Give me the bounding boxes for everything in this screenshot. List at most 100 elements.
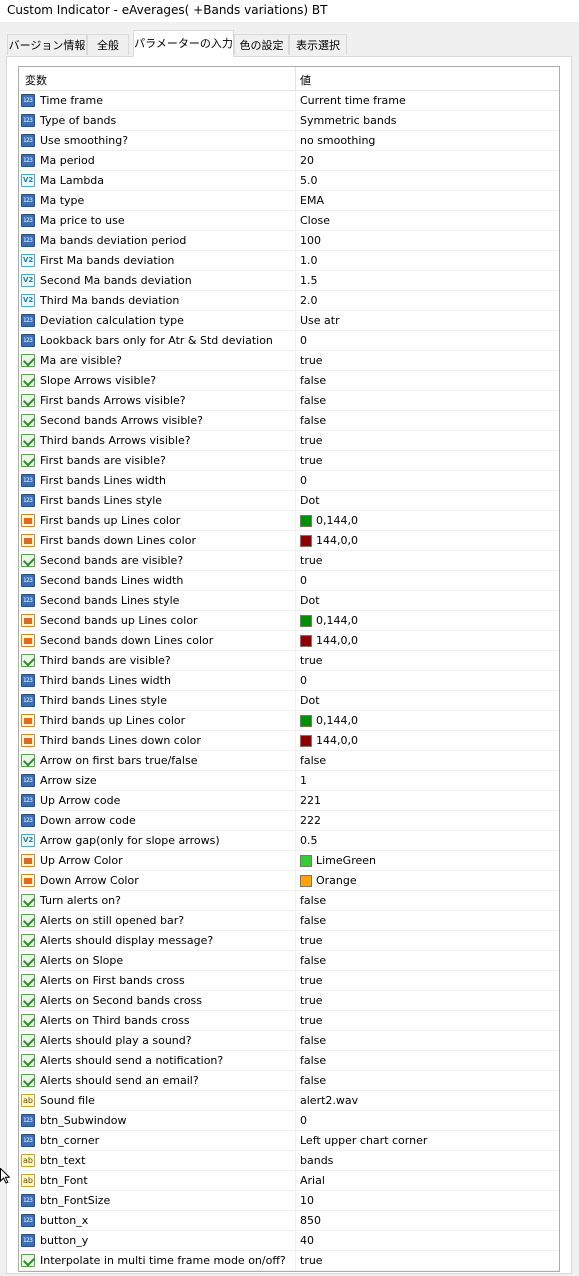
parameter-row[interactable]: Sound file alert2.wav [19,1091,559,1111]
tab-display-selection[interactable]: 表示選択 [289,34,347,55]
parameter-value[interactable]: 144,0,0 [316,634,358,647]
parameter-value[interactable]: 5.0 [300,174,318,187]
parameter-value[interactable]: Dot [300,594,320,607]
parameter-value[interactable]: false [300,414,326,427]
color-swatch[interactable] [300,515,312,527]
parameter-row[interactable]: Second bands Arrows visible? false [19,411,559,431]
parameter-row[interactable]: Alerts on Third bands cross true [19,1011,559,1031]
parameter-value[interactable]: Use atr [300,314,340,327]
parameter-value[interactable]: Dot [300,494,320,507]
color-swatch[interactable] [300,535,312,547]
parameter-value[interactable]: 0 [300,574,307,587]
parameter-row[interactable]: Up Arrow code 221 [19,791,559,811]
parameter-row[interactable]: Arrow on first bars true/false false [19,751,559,771]
parameter-value[interactable]: no smoothing [300,134,375,147]
parameter-row[interactable]: Ma period 20 [19,151,559,171]
parameter-value[interactable]: bands [300,1154,333,1167]
parameter-value[interactable]: true [300,1014,323,1027]
parameter-value[interactable]: 850 [300,1214,321,1227]
tab-version-info[interactable]: バージョン情報 [7,34,87,55]
parameter-row[interactable]: Alerts on First bands cross true [19,971,559,991]
parameter-value[interactable]: false [300,894,326,907]
tab-input-parameters[interactable]: パラメーターの入力 [133,30,234,57]
parameter-value[interactable]: false [300,374,326,387]
parameter-value[interactable]: false [300,1074,326,1087]
parameter-row[interactable]: Alerts should play a sound? false [19,1031,559,1051]
parameter-row[interactable]: Third bands are visible? true [19,651,559,671]
parameter-row[interactable]: Third bands Lines width 0 [19,671,559,691]
parameter-row[interactable]: Time frame Current time frame [19,91,559,111]
parameter-row[interactable]: Turn alerts on? false [19,891,559,911]
parameter-row[interactable]: First bands Lines style Dot [19,491,559,511]
parameter-value[interactable]: false [300,954,326,967]
parameter-row[interactable]: Ma Lambda 5.0 [19,171,559,191]
parameter-row[interactable]: button_x 850 [19,1211,559,1231]
color-swatch[interactable] [300,615,312,627]
column-separator[interactable] [295,67,296,90]
parameter-row[interactable]: First bands Lines width 0 [19,471,559,491]
parameter-value[interactable]: 1.5 [300,274,318,287]
parameter-row[interactable]: Third Ma bands deviation 2.0 [19,291,559,311]
parameter-row[interactable]: Alerts on still opened bar? false [19,911,559,931]
parameter-value[interactable]: 0 [300,674,307,687]
color-swatch[interactable] [300,715,312,727]
parameter-row[interactable]: Lookback bars only for Atr & Std deviati… [19,331,559,351]
parameter-row[interactable]: Ma bands deviation period 100 [19,231,559,251]
parameter-row[interactable]: Alerts should display message? true [19,931,559,951]
parameter-row[interactable]: Second bands Lines width 0 [19,571,559,591]
parameter-row[interactable]: First Ma bands deviation 1.0 [19,251,559,271]
parameter-row[interactable]: Alerts on Second bands cross true [19,991,559,1011]
parameter-row[interactable]: Second bands are visible? true [19,551,559,571]
parameter-value[interactable]: true [300,554,323,567]
parameter-value[interactable]: 144,0,0 [316,734,358,747]
parameter-row[interactable]: Third bands up Lines color 0,144,0 [19,711,559,731]
parameter-value[interactable]: 1.0 [300,254,318,267]
parameter-row[interactable]: Third bands Arrows visible? true [19,431,559,451]
parameter-value[interactable]: 1 [300,774,307,787]
parameter-row[interactable]: Third bands Lines style Dot [19,691,559,711]
parameter-row[interactable]: Second bands up Lines color 0,144,0 [19,611,559,631]
parameter-value[interactable]: true [300,994,323,1007]
parameter-row[interactable]: Deviation calculation type Use atr [19,311,559,331]
parameter-value[interactable]: 144,0,0 [316,534,358,547]
parameter-row[interactable]: Second Ma bands deviation 1.5 [19,271,559,291]
parameter-value[interactable]: 2.0 [300,294,318,307]
parameter-value[interactable]: 0,144,0 [316,514,358,527]
parameter-row[interactable]: Down Arrow Color Orange [19,871,559,891]
parameter-row[interactable]: button_y 40 [19,1231,559,1251]
parameter-value[interactable]: 221 [300,794,321,807]
parameter-value[interactable]: LimeGreen [316,854,376,867]
parameter-value[interactable]: 222 [300,814,321,827]
parameter-value[interactable]: 0,144,0 [316,614,358,627]
parameter-row[interactable]: Use smoothing? no smoothing [19,131,559,151]
parameter-row[interactable]: Arrow size 1 [19,771,559,791]
parameter-value[interactable]: 0 [300,334,307,347]
color-swatch[interactable] [300,855,312,867]
parameter-value[interactable]: 0.5 [300,834,318,847]
parameter-value[interactable]: 0 [300,474,307,487]
parameter-row[interactable]: Third bands Lines down color 144,0,0 [19,731,559,751]
parameter-value[interactable]: Left upper chart corner [300,1134,427,1147]
parameter-row[interactable]: First bands down Lines color 144,0,0 [19,531,559,551]
parameter-row[interactable]: Down arrow code 222 [19,811,559,831]
color-swatch[interactable] [300,635,312,647]
parameter-row[interactable]: btn_FontSize 10 [19,1191,559,1211]
parameter-row[interactable]: Type of bands Symmetric bands [19,111,559,131]
parameter-row[interactable]: Ma price to use Close [19,211,559,231]
parameter-row[interactable]: btn_corner Left upper chart corner [19,1131,559,1151]
parameter-value[interactable]: Symmetric bands [300,114,397,127]
parameter-value[interactable]: Arial [300,1174,325,1187]
tab-general[interactable]: 全般 [87,34,129,55]
parameter-row[interactable]: btn_text bands [19,1151,559,1171]
color-swatch[interactable] [300,735,312,747]
parameter-value[interactable]: false [300,914,326,927]
parameter-value[interactable]: true [300,1254,323,1267]
header-value[interactable]: 値 [300,72,311,88]
parameter-row[interactable]: Interpolate in multi time frame mode on/… [19,1251,559,1271]
parameter-value[interactable]: Current time frame [300,94,406,107]
parameter-row[interactable]: Slope Arrows visible? false [19,371,559,391]
parameter-value[interactable]: true [300,934,323,947]
parameter-value[interactable]: false [300,754,326,767]
header-variable[interactable]: 変数 [25,72,47,88]
parameter-row[interactable]: Alerts should send a notification? false [19,1051,559,1071]
